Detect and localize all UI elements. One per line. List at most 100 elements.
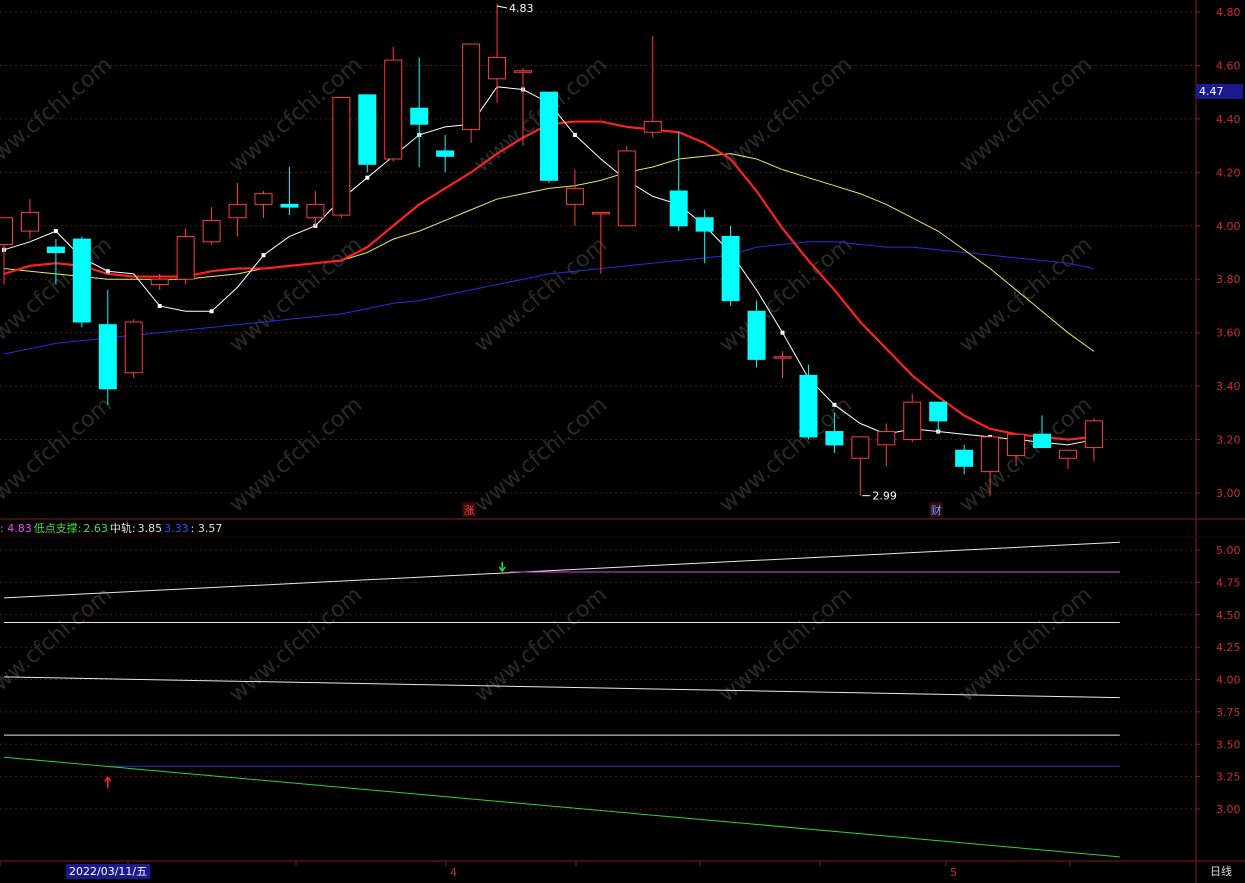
candle-body-down bbox=[72, 238, 91, 323]
candle-body-up bbox=[124, 321, 143, 374]
indicator-line-mid bbox=[3, 676, 1120, 699]
candle-body-up bbox=[617, 150, 636, 227]
watermark-text: www.cfchi.com bbox=[225, 232, 367, 357]
candle-body-up bbox=[877, 431, 896, 446]
candle-body-up bbox=[150, 278, 169, 286]
candle-body-up bbox=[514, 70, 532, 73]
candle-body-up bbox=[20, 211, 39, 232]
y-tick-label: 3.60 bbox=[1216, 327, 1241, 340]
event-marker: 涨 bbox=[464, 504, 475, 517]
candle-body-down bbox=[280, 203, 299, 208]
ma5-dot bbox=[105, 269, 110, 274]
current-price-tag: 4.47 bbox=[1196, 84, 1243, 99]
y-tick-label: 4.00 bbox=[1216, 220, 1241, 233]
candle-body-up bbox=[384, 59, 403, 160]
watermark-text: www.cfchi.com bbox=[0, 392, 117, 517]
watermark-text: www.cfchi.com bbox=[955, 52, 1097, 177]
watermark-text: www.cfchi.com bbox=[715, 52, 857, 177]
candle-body-down bbox=[929, 401, 948, 422]
candle-body-up bbox=[202, 219, 221, 243]
candle-body-up bbox=[306, 203, 325, 219]
indicator-header: : 4.83 低点支撑: 2.63 中轨: 3.85 3.33: 3.57 bbox=[0, 521, 224, 537]
sub-y-tick-label: 4.00 bbox=[1216, 674, 1241, 687]
ma20-line bbox=[3, 153, 1095, 352]
watermark-text: www.cfchi.com bbox=[715, 392, 857, 517]
chart-stage: www.cfchi.com www.cfchi.com www.cfchi.com w… bbox=[0, 0, 1245, 883]
low-label: 2.99 bbox=[872, 490, 897, 503]
sub-y-tick-label: 3.00 bbox=[1216, 803, 1241, 816]
y-tick-label: 4.40 bbox=[1216, 113, 1241, 126]
candle-body-up bbox=[851, 436, 870, 459]
indicator-header-item: 3.33 bbox=[164, 522, 189, 535]
indicator-header-item: : 3.57 bbox=[190, 522, 223, 535]
candle-body-down bbox=[955, 449, 974, 467]
watermark-text: www.cfchi.com bbox=[225, 392, 367, 517]
ma5-dot bbox=[832, 402, 837, 407]
sub-y-tick-label: 3.75 bbox=[1216, 706, 1241, 719]
candle-body-up bbox=[1007, 433, 1026, 457]
candle-body-down bbox=[721, 235, 740, 302]
sub-y-tick-label: 4.25 bbox=[1216, 641, 1241, 654]
candle-body-down bbox=[695, 217, 714, 232]
watermark-text: www.cfchi.com bbox=[470, 232, 612, 357]
candle-body-up bbox=[1084, 420, 1103, 449]
candle-body-up bbox=[254, 193, 273, 205]
candle-body-up bbox=[565, 187, 584, 205]
indicator-header-item: 低点支撑: bbox=[33, 522, 82, 535]
sub-y-tick-label: 4.75 bbox=[1216, 576, 1241, 589]
indicator-header-item: 2.63 bbox=[83, 522, 108, 535]
watermark-text: www.cfchi.com bbox=[0, 582, 117, 707]
indicator-header-item: 中轨: bbox=[109, 522, 136, 535]
high-pointer bbox=[496, 5, 508, 9]
ma5-dot bbox=[261, 253, 266, 258]
candle-body-up bbox=[903, 401, 922, 441]
y-tick-label: 3.40 bbox=[1216, 380, 1241, 393]
candle-body-down bbox=[825, 431, 844, 446]
watermark-text: www.cfchi.com bbox=[955, 582, 1097, 707]
candle-body-down bbox=[46, 246, 65, 253]
watermark-text: www.cfchi.com bbox=[0, 52, 117, 177]
sub-y-tick-label: 3.50 bbox=[1216, 738, 1241, 751]
watermark-text: www.cfchi.com bbox=[470, 392, 612, 517]
candle-body-down bbox=[799, 374, 818, 438]
candle-body-up bbox=[643, 121, 662, 133]
watermark-text: www.cfchi.com bbox=[715, 582, 857, 707]
candle-body-up bbox=[591, 211, 610, 215]
event-marker: 财 bbox=[931, 503, 942, 517]
ma5-dot bbox=[572, 132, 577, 137]
sub-y-tick-label: 5.00 bbox=[1216, 544, 1241, 557]
candle-body-down bbox=[410, 107, 429, 125]
candle-body-up bbox=[332, 97, 351, 216]
candle-body-down bbox=[98, 324, 117, 390]
y-tick-label: 4.60 bbox=[1216, 59, 1241, 72]
candle-body-up bbox=[0, 217, 13, 245]
y-tick-label: 3.20 bbox=[1216, 434, 1241, 447]
y-tick-label: 4.80 bbox=[1216, 6, 1241, 19]
sub-y-tick-label: 4.50 bbox=[1216, 609, 1241, 622]
sell-arrow-icon bbox=[498, 562, 506, 573]
candlestick-chart[interactable]: www.cfchi.com www.cfchi.com www.cfchi.com w… bbox=[0, 0, 1245, 883]
watermark-text: www.cfchi.com bbox=[225, 582, 367, 707]
indicator-header-item: : 4.83 bbox=[0, 522, 32, 535]
ma5-dot bbox=[365, 175, 370, 180]
indicator-line-upper bbox=[3, 541, 1120, 599]
candle-body-down bbox=[1033, 433, 1051, 449]
buy-arrow-icon bbox=[104, 776, 112, 789]
candle-body-up bbox=[462, 43, 481, 131]
ma5-dot bbox=[53, 229, 58, 234]
candle-body-down bbox=[669, 190, 688, 227]
candle-body-down bbox=[358, 94, 377, 165]
candle-body-up bbox=[1058, 449, 1077, 459]
y-tick-label: 3.80 bbox=[1216, 273, 1241, 286]
ma5-dot bbox=[209, 309, 214, 314]
sub-y-tick-label: 3.25 bbox=[1216, 771, 1241, 784]
candle-body-down bbox=[436, 150, 455, 157]
candle-body-down bbox=[539, 91, 558, 181]
ma5-dot bbox=[780, 330, 785, 335]
period-selector[interactable]: 日线 bbox=[1210, 864, 1232, 879]
indicator-header-item: 3.85 bbox=[137, 522, 163, 535]
candle-body-down bbox=[747, 310, 766, 360]
ma5-dot bbox=[157, 303, 162, 308]
candle-body-up bbox=[773, 356, 792, 359]
watermark-text: www.cfchi.com bbox=[470, 582, 612, 707]
